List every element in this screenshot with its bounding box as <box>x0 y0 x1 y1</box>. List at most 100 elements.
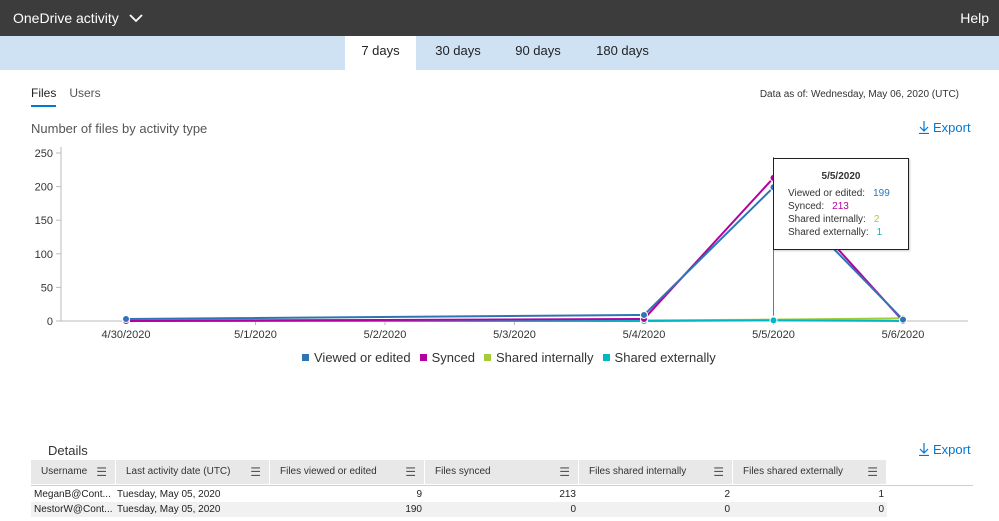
legend-swatch <box>302 354 309 361</box>
export-label: Export <box>933 442 971 457</box>
tab-30-days[interactable]: 30 days <box>423 36 493 70</box>
cell-last-activity: Tuesday, May 05, 2020 <box>117 504 221 515</box>
help-link[interactable]: Help <box>960 10 989 26</box>
column-menu-icon[interactable]: ☰ <box>713 466 724 478</box>
y-tick-label: 100 <box>35 249 53 261</box>
tooltip-value: 199 <box>873 188 890 199</box>
column-menu-icon[interactable]: ☰ <box>250 466 261 478</box>
y-tick-label: 50 <box>41 282 53 294</box>
tooltip-label: Viewed or edited: <box>788 188 866 199</box>
table-row[interactable]: MeganB@Cont... Tuesday, May 05, 2020 9 2… <box>31 487 887 502</box>
x-tick-label: 4/30/2020 <box>102 329 151 341</box>
x-tick-label: 5/5/2020 <box>752 329 795 341</box>
chart-export-button[interactable]: Export <box>919 120 971 135</box>
column-header-shared-externally[interactable]: Files shared externally ☰ <box>733 460 887 484</box>
column-header-label: Files shared externally <box>743 466 844 477</box>
time-range-bar: 7 days 30 days 90 days 180 days <box>0 36 999 70</box>
data-point <box>769 316 778 325</box>
column-header-files-synced[interactable]: Files synced ☰ <box>425 460 579 484</box>
table-row[interactable]: NestorW@Cont... Tuesday, May 05, 2020 19… <box>31 502 887 517</box>
column-header-username[interactable]: Username ☰ <box>31 460 116 484</box>
legend-item-viewed[interactable]: Viewed or edited <box>302 350 411 365</box>
cell-shared-externally: 0 <box>878 504 884 515</box>
tooltip-row: Shared externally: 1 <box>788 226 908 239</box>
chart-title: Number of files by activity type <box>31 121 208 136</box>
cell-shared-externally: 1 <box>878 489 884 500</box>
x-tick-label: 5/6/2020 <box>882 329 925 341</box>
tab-7-days[interactable]: 7 days <box>345 36 416 70</box>
column-header-label: Files viewed or edited <box>280 466 377 477</box>
export-label: Export <box>933 120 971 135</box>
tab-users[interactable]: Users <box>69 86 100 107</box>
cell-username: NestorW@Cont... <box>34 504 113 515</box>
cell-files-viewed: 190 <box>405 504 422 515</box>
cell-shared-internally: 0 <box>724 504 730 515</box>
tooltip-value: 1 <box>876 227 883 238</box>
column-header-label: Files synced <box>435 466 491 477</box>
tooltip-label: Shared internally: <box>788 214 866 225</box>
details-table-header: Username ☰ Last activity date (UTC) ☰ File… <box>31 460 887 484</box>
x-tick-label: 5/4/2020 <box>623 329 666 341</box>
legend-swatch <box>419 354 427 361</box>
legend-label: Synced <box>431 350 475 365</box>
column-header-last-activity[interactable]: Last activity date (UTC) ☰ <box>116 460 270 484</box>
tooltip-row: Shared internally: 2 <box>788 213 908 226</box>
column-header-files-viewed[interactable]: Files viewed or edited ☰ <box>270 460 425 484</box>
view-tabs: Files Users <box>31 86 101 107</box>
data-as-of: Data as of: Wednesday, May 06, 2020 (UTC… <box>759 89 959 100</box>
cell-last-activity: Tuesday, May 05, 2020 <box>117 489 221 500</box>
x-tick-label: 5/2/2020 <box>364 329 407 341</box>
data-point <box>899 315 907 324</box>
tooltip-date: 5/5/2020 <box>821 171 861 182</box>
tooltip-row: Synced: 213 <box>788 200 908 213</box>
cell-shared-internally: 2 <box>724 489 730 500</box>
chevron-down-icon <box>129 13 143 22</box>
tooltip-value: 213 <box>832 201 849 212</box>
tooltip-label: Synced: <box>788 201 825 212</box>
chart-legend: Viewed or edited Synced Shared internall… <box>302 350 716 365</box>
download-icon <box>919 443 929 456</box>
table-divider <box>31 485 973 486</box>
column-header-label: Last activity date (UTC) <box>126 466 231 477</box>
y-tick-label: 0 <box>47 316 53 328</box>
cell-files-viewed: 9 <box>416 489 422 500</box>
legend-item-shared-internally[interactable]: Shared internally <box>483 350 594 365</box>
y-tick-label: 250 <box>35 148 53 160</box>
y-tick-label: 200 <box>35 182 53 194</box>
tooltip-value: 2 <box>873 214 880 225</box>
details-export-button[interactable]: Export <box>919 442 971 457</box>
x-tick-label: 5/1/2020 <box>234 329 277 341</box>
cell-files-synced: 213 <box>559 489 576 500</box>
tooltip-row: Viewed or edited: 199 <box>788 187 908 200</box>
data-point <box>122 314 130 323</box>
legend-label: Shared internally <box>495 350 594 365</box>
column-header-shared-internally[interactable]: Files shared internally ☰ <box>579 460 733 484</box>
download-icon <box>919 121 929 134</box>
legend-label: Viewed or edited <box>314 350 411 365</box>
details-title: Details <box>48 443 88 458</box>
legend-item-shared-externally[interactable]: Shared externally <box>602 350 716 365</box>
data-point <box>640 310 648 319</box>
column-header-label: Username <box>41 466 88 477</box>
legend-item-synced[interactable]: Synced <box>419 350 475 365</box>
tab-180-days[interactable]: 180 days <box>585 36 660 70</box>
legend-swatch <box>602 354 610 361</box>
cell-files-synced: 0 <box>570 504 576 515</box>
column-menu-icon[interactable]: ☰ <box>559 466 570 478</box>
cell-username: MeganB@Cont... <box>34 489 111 500</box>
tooltip-label: Shared externally: <box>788 227 869 238</box>
tab-90-days[interactable]: 90 days <box>503 36 573 70</box>
x-tick-label: 5/3/2020 <box>493 329 536 341</box>
top-bar: OneDrive activity Help <box>0 0 999 36</box>
report-selector[interactable]: OneDrive activity <box>13 10 143 26</box>
column-menu-icon[interactable]: ☰ <box>405 466 416 478</box>
legend-label: Shared externally <box>614 350 716 365</box>
column-header-label: Files shared internally <box>589 466 687 477</box>
legend-swatch <box>483 354 491 361</box>
tab-files[interactable]: Files <box>31 86 57 107</box>
column-menu-icon[interactable]: ☰ <box>867 466 878 478</box>
chart-tooltip: 5/5/2020 Viewed or edited: 199 Synced: 213… <box>773 158 909 250</box>
y-tick-label: 150 <box>35 215 53 227</box>
column-menu-icon[interactable]: ☰ <box>96 466 107 478</box>
report-title: OneDrive activity <box>13 10 119 26</box>
